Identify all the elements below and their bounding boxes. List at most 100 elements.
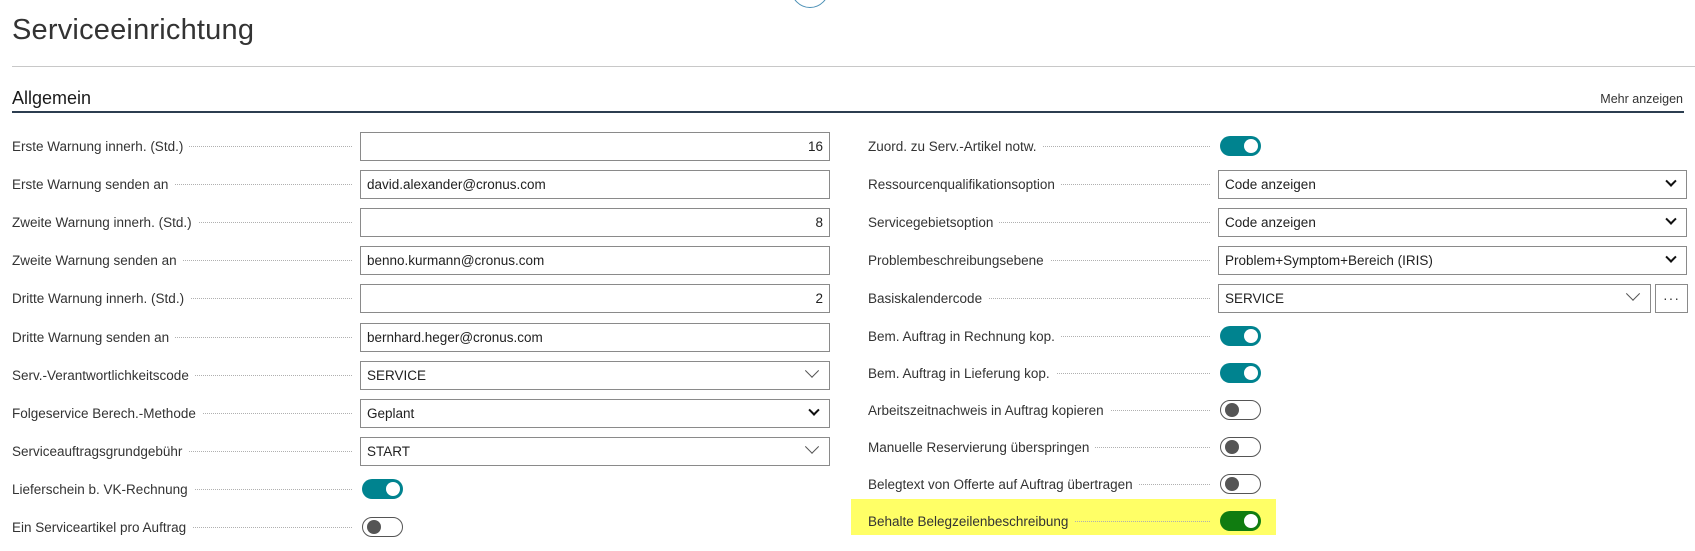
chevron-down-icon [1625, 286, 1641, 301]
base-fee-lookup[interactable]: START [360, 436, 830, 466]
second-warning-email-input[interactable]: benno.kurmann@cronus.com [360, 245, 830, 275]
resource-skills-option-select[interactable]: Code anzeigen [1218, 169, 1687, 199]
field-label: Problembeschreibungsebene [868, 252, 1050, 268]
field-copy-comments-to-shipment: Bem. Auftrag in Lieferung kop. [868, 358, 1261, 388]
page-title: Serviceeinrichtung [12, 14, 255, 46]
copy-comments-to-shipment-toggle[interactable] [1220, 363, 1261, 383]
field-value: 16 [807, 138, 823, 154]
section-title[interactable]: Allgemein [12, 88, 91, 109]
field-skip-manual-reservation: Manuelle Reservierung überspringen [868, 432, 1261, 462]
field-fault-reporting-level: Problembeschreibungsebene Problem+Sympto… [868, 245, 1687, 275]
field-value: Problem+Symptom+Bereich (IRIS) [1225, 252, 1433, 268]
field-value: Geplant [367, 405, 415, 421]
field-value: 8 [815, 214, 823, 230]
field-value: david.alexander@cronus.com [367, 176, 546, 192]
followup-calc-method-select[interactable]: Geplant [360, 398, 830, 428]
copy-quote-text-toggle[interactable] [1220, 474, 1261, 494]
keep-line-description-toggle[interactable] [1220, 511, 1261, 531]
section-divider [12, 111, 1684, 113]
title-divider [12, 66, 1695, 67]
item-assignment-required-toggle[interactable] [1220, 136, 1261, 156]
field-label: Serv.-Verantwortlichkeitscode [12, 367, 195, 383]
field-label: Erste Warnung innerh. (Std.) [12, 138, 190, 154]
field-label: Serviceauftragsgrundgebühr [12, 443, 189, 459]
base-calendar-assist-button[interactable]: ··· [1655, 283, 1688, 313]
field-one-item-per-order: Ein Serviceartikel pro Auftrag [12, 512, 403, 542]
toggle-knob [386, 482, 400, 496]
toggle-knob [1244, 514, 1258, 528]
shipment-on-invoice-toggle[interactable] [362, 479, 403, 499]
third-warning-hours-input[interactable]: 2 [360, 283, 830, 313]
first-warning-hours-input[interactable]: 16 [360, 131, 830, 161]
first-warning-email-input[interactable]: david.alexander@cronus.com [360, 169, 830, 199]
chevron-down-icon [804, 439, 820, 454]
field-second-warning-hours: Zweite Warnung innerh. (Std.) 8 [12, 207, 830, 237]
field-resource-skills-option: Ressourcenqualifikationsoption Code anze… [868, 169, 1687, 199]
copy-time-sheet-toggle[interactable] [1220, 400, 1261, 420]
toggle-knob [1225, 477, 1239, 491]
field-value: benno.kurmann@cronus.com [367, 252, 545, 268]
field-label: Erste Warnung senden an [12, 176, 175, 192]
field-label: Ein Serviceartikel pro Auftrag [12, 519, 193, 535]
field-item-assignment-required: Zuord. zu Serv.-Artikel notw. [868, 131, 1261, 161]
field-value: SERVICE [367, 367, 427, 383]
field-copy-time-sheet: Arbeitszeitnachweis in Auftrag kopieren [868, 395, 1261, 425]
toggle-knob [1225, 440, 1239, 454]
field-value: bernhard.heger@cronus.com [367, 329, 543, 345]
field-label: Ressourcenqualifikationsoption [868, 176, 1061, 192]
one-item-per-order-toggle[interactable] [362, 517, 403, 537]
field-value: SERVICE [1225, 290, 1285, 306]
service-zone-option-select[interactable]: Code anzeigen [1218, 207, 1687, 237]
field-third-warning-email: Dritte Warnung senden an bernhard.heger@… [12, 322, 830, 352]
field-copy-comments-to-invoice: Bem. Auftrag in Rechnung kop. [868, 321, 1261, 351]
field-service-zone-option: Servicegebietsoption Code anzeigen [868, 207, 1687, 237]
chevron-down-icon [1665, 251, 1677, 263]
responsibility-code-lookup[interactable]: SERVICE [360, 360, 830, 390]
field-keep-line-description: Behalte Belegzeilenbeschreibung [868, 506, 1261, 536]
show-more-link[interactable]: Mehr anzeigen [1600, 92, 1683, 106]
field-responsibility-code: Serv.-Verantwortlichkeitscode SERVICE [12, 360, 830, 390]
skip-manual-reservation-toggle[interactable] [1220, 437, 1261, 457]
field-label: Belegtext von Offerte auf Auftrag übertr… [868, 476, 1139, 492]
fault-reporting-level-select[interactable]: Problem+Symptom+Bereich (IRIS) [1218, 245, 1687, 275]
field-label: Lieferschein b. VK-Rechnung [12, 481, 194, 497]
field-label: Behalte Belegzeilenbeschreibung [868, 513, 1075, 529]
field-copy-quote-text: Belegtext von Offerte auf Auftrag übertr… [868, 469, 1261, 499]
field-third-warning-hours: Dritte Warnung innerh. (Std.) 2 [12, 283, 830, 313]
field-label: Zweite Warnung senden an [12, 252, 183, 268]
field-value: Code anzeigen [1225, 214, 1316, 230]
field-label: Zuord. zu Serv.-Artikel notw. [868, 138, 1043, 154]
field-label: Dritte Warnung senden an [12, 329, 176, 345]
second-warning-hours-input[interactable]: 8 [360, 207, 830, 237]
field-label: Bem. Auftrag in Lieferung kop. [868, 365, 1056, 381]
chevron-down-icon [1665, 213, 1677, 225]
chevron-down-icon [808, 404, 820, 416]
toggle-knob [1244, 366, 1258, 380]
toggle-knob [1244, 139, 1258, 153]
field-label: Basiskalendercode [868, 290, 989, 306]
copy-comments-to-invoice-toggle[interactable] [1220, 326, 1261, 346]
toggle-knob [1244, 329, 1258, 343]
field-label: Servicegebietsoption [868, 214, 1000, 230]
field-label: Bem. Auftrag in Rechnung kop. [868, 328, 1061, 344]
field-followup-calc-method: Folgeservice Berech.-Methode Geplant [12, 398, 830, 428]
field-label: Folgeservice Berech.-Methode [12, 405, 202, 421]
field-base-calendar-code: Basiskalendercode SERVICE ··· [868, 283, 1688, 313]
field-second-warning-email: Zweite Warnung senden an benno.kurmann@c… [12, 245, 830, 275]
third-warning-email-input[interactable]: bernhard.heger@cronus.com [360, 322, 830, 352]
toggle-knob [1225, 403, 1239, 417]
toggle-knob [367, 520, 381, 534]
field-label: Arbeitszeitnachweis in Auftrag kopieren [868, 402, 1110, 418]
field-first-warning-hours: Erste Warnung innerh. (Std.) 16 [12, 131, 830, 161]
field-label: Zweite Warnung innerh. (Std.) [12, 214, 198, 230]
field-shipment-on-invoice: Lieferschein b. VK-Rechnung [12, 474, 403, 504]
field-label: Dritte Warnung innerh. (Std.) [12, 290, 191, 306]
top-circle-button[interactable] [791, 0, 829, 8]
field-label: Manuelle Reservierung überspringen [868, 439, 1096, 455]
base-calendar-code-lookup[interactable]: SERVICE [1218, 283, 1651, 313]
field-base-fee: Serviceauftragsgrundgebühr START [12, 436, 830, 466]
chevron-down-icon [804, 363, 820, 378]
field-value: START [367, 443, 411, 459]
field-first-warning-email: Erste Warnung senden an david.alexander@… [12, 169, 830, 199]
field-value: 2 [815, 290, 823, 306]
